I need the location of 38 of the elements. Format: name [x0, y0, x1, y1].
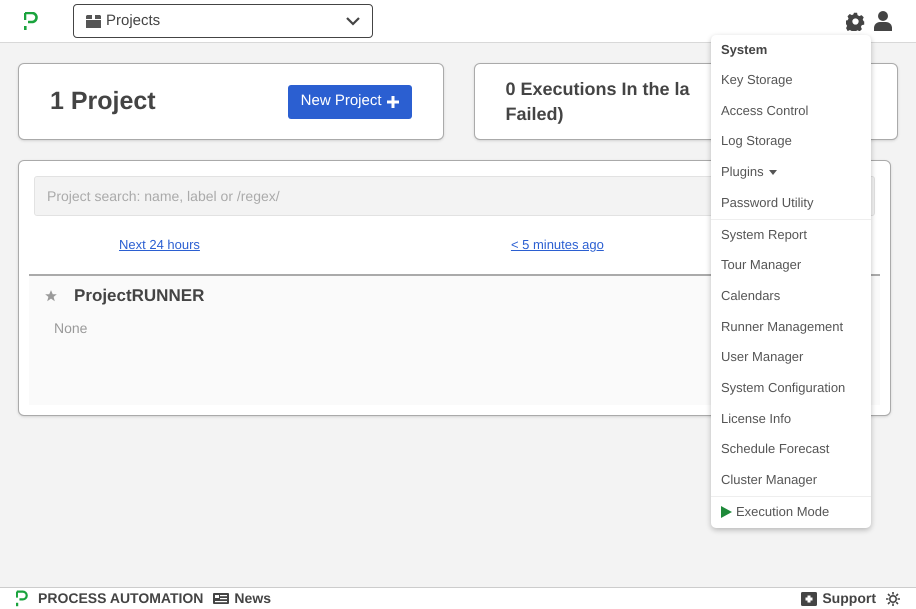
project-selector[interactable]: Projects [73, 4, 373, 38]
menu-item[interactable]: Key Storage [711, 65, 871, 96]
logo-icon[interactable] [16, 590, 28, 607]
first-aid-icon [801, 592, 818, 606]
menu-item[interactable]: Access Control [711, 96, 871, 126]
menu-item[interactable]: Cluster Manager [711, 465, 871, 496]
menu-item[interactable]: Execution Mode [711, 496, 871, 528]
menu-item[interactable]: Log Storage [711, 126, 871, 158]
logo-icon[interactable] [24, 12, 38, 30]
menu-item[interactable]: Runner Management [711, 312, 871, 342]
project-count: 1 Project [50, 86, 156, 117]
schedule-link[interactable]: < 5 minutes ago [510, 235, 604, 255]
menu-item[interactable]: Password Utility [711, 188, 871, 219]
menu-item[interactable]: Tour Manager [711, 250, 871, 281]
user-icon[interactable] [874, 11, 892, 31]
box-icon [86, 14, 101, 28]
plus-icon [386, 96, 398, 108]
newspaper-icon [213, 593, 230, 604]
menu-item[interactable]: System Configuration [711, 373, 871, 404]
new-project-button[interactable]: New Project [288, 84, 412, 118]
menu-header: System [720, 41, 768, 59]
menu-item[interactable]: Schedule Forecast [711, 434, 871, 466]
play-icon [721, 506, 732, 518]
executions-summary: 0 Executions In the la Failed) [506, 78, 690, 126]
star-icon[interactable] [44, 289, 58, 303]
menu-item[interactable]: Calendars [711, 280, 871, 312]
news-link[interactable]: News [213, 588, 271, 609]
menu-item[interactable]: User Manager [711, 342, 871, 374]
menu-item[interactable]: License Info [711, 404, 871, 434]
project-description: None [54, 319, 88, 338]
support-link[interactable]: Support [801, 588, 876, 609]
brand-name: PROCESS AUTOMATION [38, 589, 204, 608]
settings-icon[interactable] [846, 12, 865, 30]
schedule-link[interactable]: Next 24 hours [119, 235, 200, 255]
chevron-down-icon [346, 16, 360, 26]
menu-item[interactable]: System Report [711, 218, 871, 250]
project-name[interactable]: ProjectRUNNER [74, 283, 204, 309]
sun-icon[interactable] [886, 592, 900, 606]
